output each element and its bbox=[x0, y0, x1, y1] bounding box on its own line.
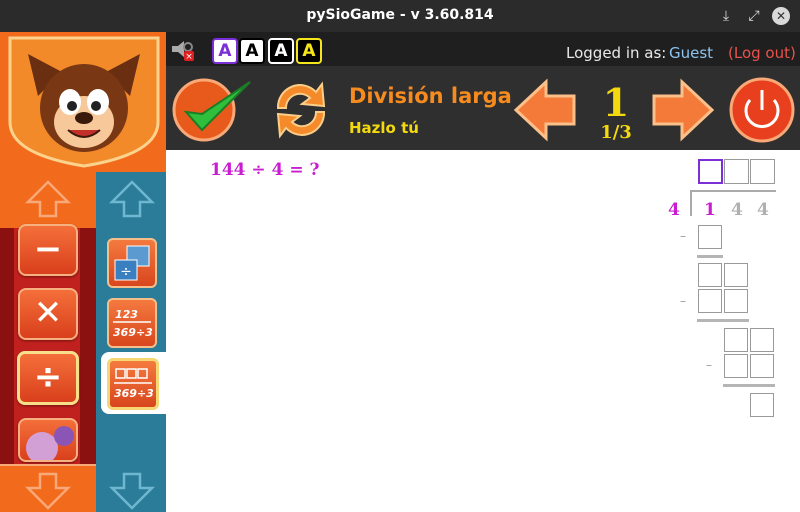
minus-category-button[interactable]: − bbox=[18, 224, 78, 276]
fraction-pie-icon bbox=[26, 426, 74, 464]
category-divider bbox=[0, 464, 96, 466]
subgame-scroll-up-icon[interactable] bbox=[108, 178, 156, 220]
divide-category-button[interactable]: ÷ bbox=[17, 351, 79, 405]
font-style-option-3[interactable]: A bbox=[268, 38, 294, 64]
svg-text:123: 123 bbox=[115, 308, 138, 321]
game-title: División larga bbox=[349, 84, 512, 108]
font-style-option-2[interactable]: A bbox=[239, 38, 265, 64]
minus-sign-1: – bbox=[680, 229, 686, 243]
quotient-cell-1[interactable] bbox=[698, 159, 723, 184]
maximize-icon[interactable]: ⤢ bbox=[744, 6, 764, 26]
logged-in-label: Logged in as: bbox=[566, 44, 667, 62]
step3-product-cell-2[interactable] bbox=[750, 354, 774, 378]
long-division-boxes-button[interactable]: 369÷3 bbox=[107, 358, 159, 410]
step2-product-cell-1[interactable] bbox=[698, 289, 722, 313]
division-bracket-top bbox=[690, 190, 776, 192]
category-scroll-up-icon[interactable] bbox=[24, 178, 72, 220]
dividend-digit-2: 4 bbox=[731, 200, 743, 220]
close-window-button[interactable]: ✕ bbox=[772, 7, 790, 25]
previous-level-button[interactable] bbox=[512, 78, 578, 142]
svg-text:369÷3: 369÷3 bbox=[113, 326, 153, 339]
level-progress: 1/3 bbox=[600, 122, 632, 143]
minus-sign-3: – bbox=[706, 358, 712, 372]
sound-muted-icon[interactable]: × bbox=[170, 38, 198, 62]
svg-text:×: × bbox=[185, 52, 193, 62]
logout-link[interactable]: (Log out) bbox=[728, 44, 796, 62]
fraction-division-button[interactable]: ÷ bbox=[107, 238, 157, 288]
subgame-scroll-down-icon[interactable] bbox=[108, 470, 156, 510]
division-bracket-side bbox=[690, 190, 692, 216]
step3-remainder-cell-2[interactable] bbox=[750, 328, 774, 352]
download-icon[interactable]: ⤓ bbox=[716, 6, 736, 26]
category-scroll-down-icon[interactable] bbox=[24, 470, 72, 510]
multiply-category-button[interactable]: ✕ bbox=[18, 288, 78, 340]
divisor: 4 bbox=[668, 200, 680, 220]
fraction-division-icon: ÷ bbox=[114, 245, 150, 281]
svg-text:369÷3: 369÷3 bbox=[114, 387, 154, 400]
step2-remainder-cell-1[interactable] bbox=[698, 263, 722, 287]
step2-remainder-cell-2[interactable] bbox=[724, 263, 748, 287]
dividend-digit-3: 4 bbox=[757, 200, 769, 220]
step2-product-cell-2[interactable] bbox=[724, 289, 748, 313]
dividend-digit-1: 1 bbox=[704, 200, 716, 220]
quotient-cell-3[interactable] bbox=[750, 159, 775, 184]
final-remainder-cell[interactable] bbox=[750, 393, 774, 417]
division-equation: 144 ÷ 4 = ? bbox=[210, 160, 320, 180]
level-number: 1 bbox=[602, 80, 630, 125]
cat-mascot-logo[interactable] bbox=[6, 36, 162, 168]
quotient-cell-2[interactable] bbox=[724, 159, 749, 184]
step1-line bbox=[697, 255, 723, 258]
username-link[interactable]: Guest bbox=[669, 44, 713, 62]
long-division-123-icon: 123 369÷3 bbox=[113, 308, 153, 339]
step2-line bbox=[697, 319, 749, 322]
font-style-option-4[interactable]: A bbox=[296, 38, 322, 64]
window-titlebar: pySioGame - v 3.60.814 ⤓ ⤢ ✕ bbox=[0, 0, 800, 32]
window-title: pySioGame - v 3.60.814 bbox=[306, 7, 494, 23]
long-division-boxes-icon: 369÷3 bbox=[114, 368, 154, 400]
game-subtitle: Hazlo tú bbox=[349, 119, 419, 137]
check-answer-button[interactable] bbox=[170, 74, 258, 144]
step3-remainder-cell-1[interactable] bbox=[724, 328, 748, 352]
minus-sign-2: – bbox=[680, 294, 686, 308]
fraction-category-button[interactable] bbox=[18, 418, 78, 464]
step1-product-cell[interactable] bbox=[698, 225, 722, 249]
step3-product-cell-1[interactable] bbox=[724, 354, 748, 378]
font-style-option-1[interactable]: A bbox=[212, 38, 238, 64]
step3-line bbox=[723, 384, 775, 387]
quit-power-button[interactable] bbox=[728, 76, 798, 146]
svg-text:÷: ÷ bbox=[120, 264, 132, 280]
next-level-button[interactable] bbox=[650, 78, 716, 142]
restart-icon[interactable] bbox=[266, 74, 336, 144]
long-division-123-button[interactable]: 123 369÷3 bbox=[107, 298, 157, 348]
